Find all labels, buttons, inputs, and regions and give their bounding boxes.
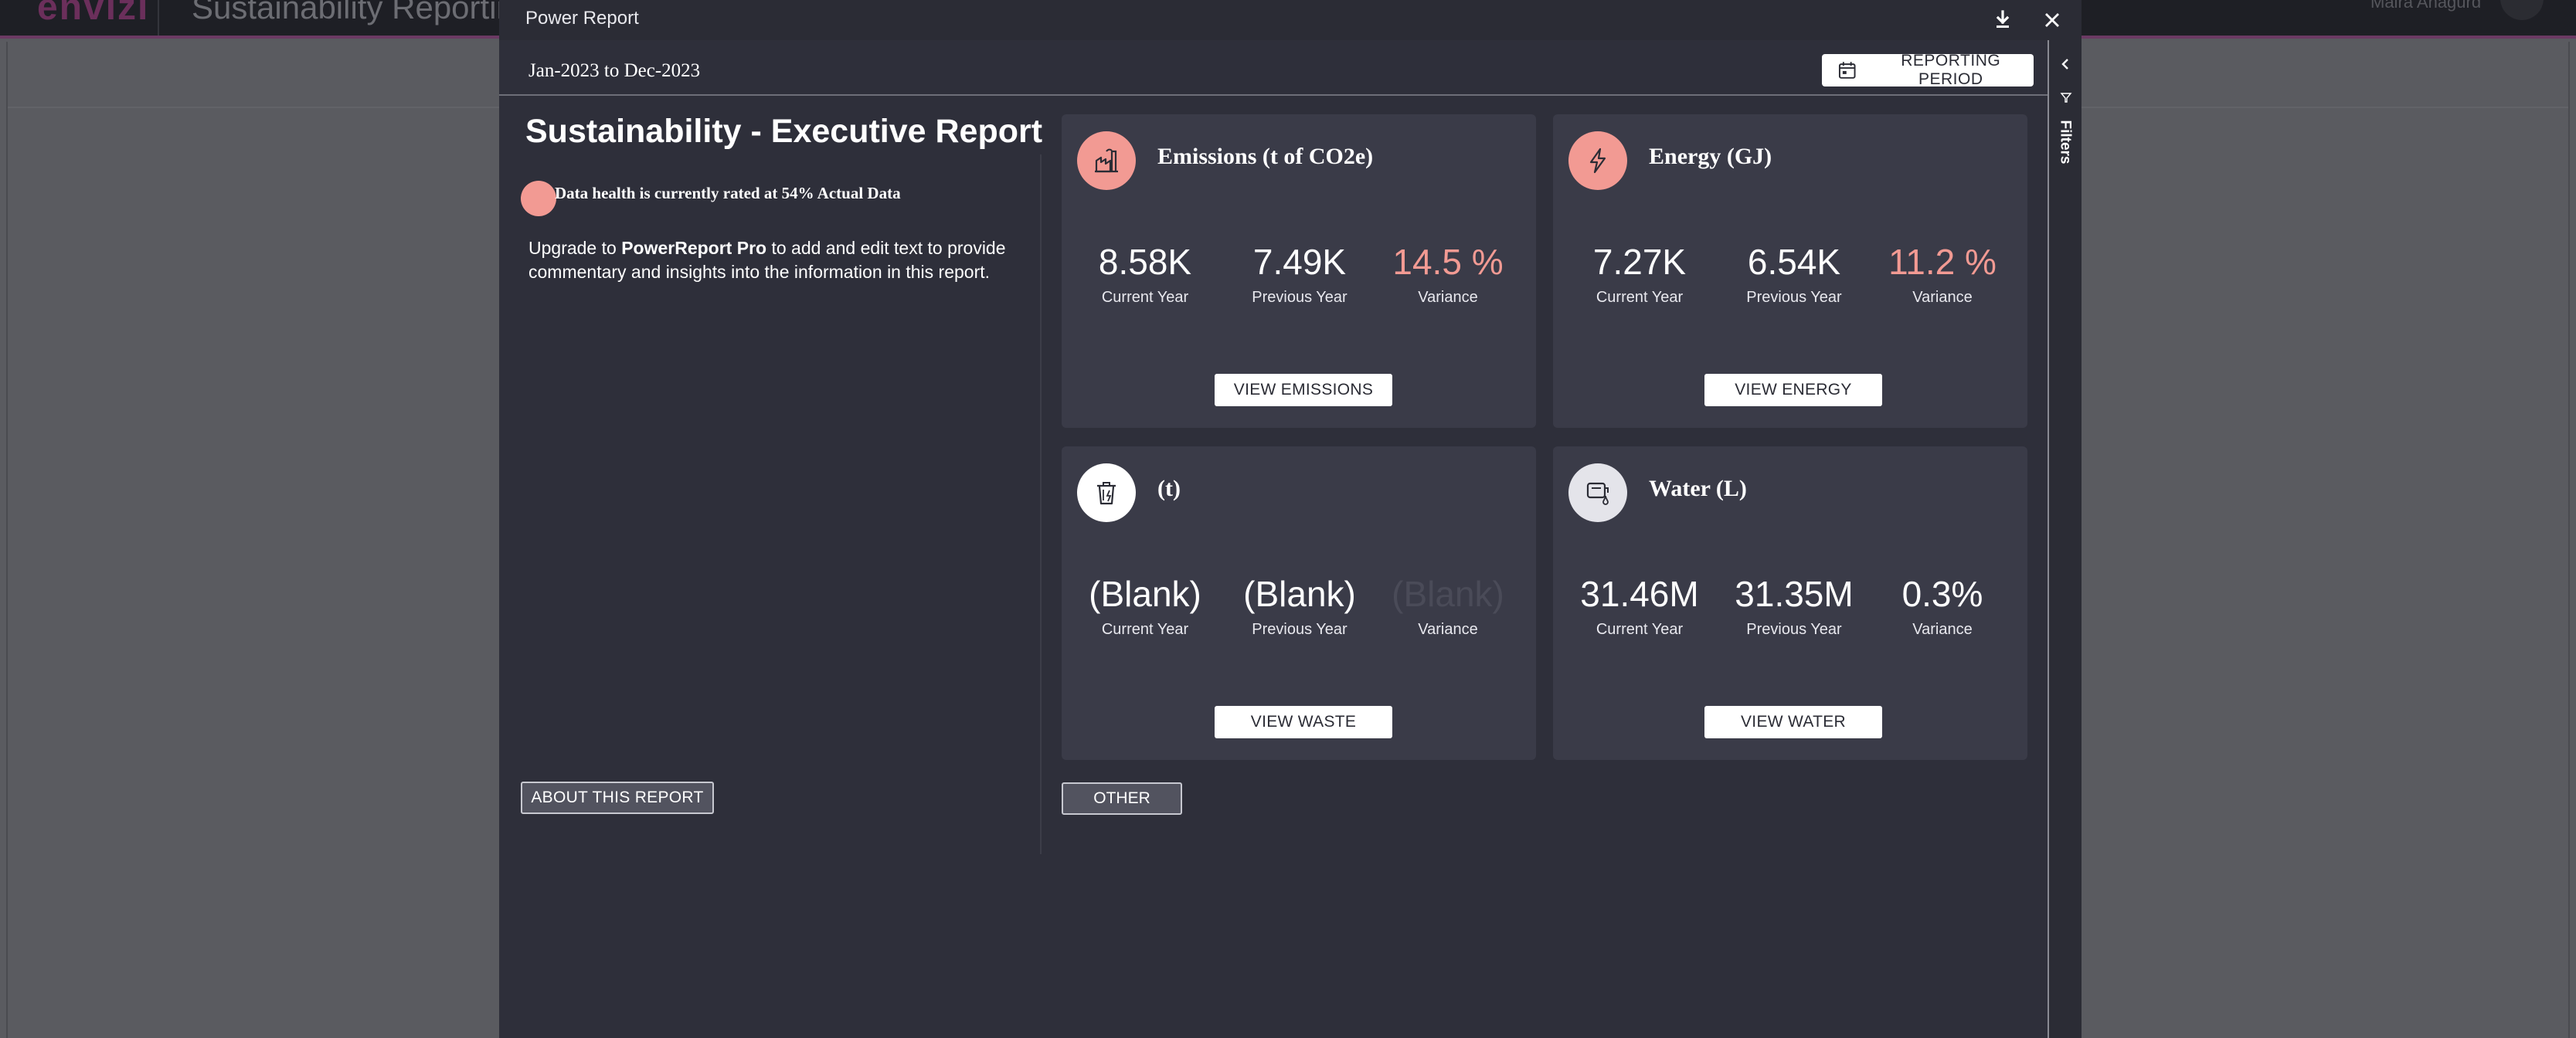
- variance-value: 0.3%: [1901, 574, 1983, 614]
- modal-title: Power Report: [525, 8, 639, 29]
- download-icon[interactable]: [1990, 8, 2015, 32]
- data-health-indicator: [521, 181, 556, 216]
- funnel-icon: [2060, 93, 2072, 103]
- power-report-modal: Power Report Jan-2023 to Dec-2023 REPORT…: [499, 0, 2082, 1038]
- report-canvas: Jan-2023 to Dec-2023 REPORTING PERIOD Su…: [499, 40, 2048, 1038]
- metric-label: Current Year: [1596, 621, 1684, 638]
- metric-value: (Blank): [1243, 574, 1356, 614]
- emissions-current: 8.58K Current Year: [1068, 241, 1222, 307]
- waste-card: (t) (Blank) Current Year (Blank) Previou…: [1062, 446, 1536, 760]
- water-variance: 0.3% Variance: [1865, 573, 2020, 639]
- emissions-title: Emissions (t of CO2e): [1157, 144, 1374, 169]
- emissions-card: Emissions (t of CO2e) 8.58K Current Year…: [1062, 114, 1536, 428]
- metric-label: Previous Year: [1252, 621, 1347, 638]
- view-energy-button[interactable]: VIEW ENERGY: [1704, 374, 1882, 406]
- upgrade-prefix: Upgrade to: [528, 238, 622, 258]
- waste-previous: (Blank) Previous Year: [1222, 573, 1377, 639]
- metric-value: 6.54K: [1747, 242, 1841, 282]
- metric-label: Variance: [1912, 621, 1973, 638]
- reporting-period-label: REPORTING PERIOD: [1901, 52, 2001, 88]
- period-bar: Jan-2023 to Dec-2023 REPORTING PERIOD: [499, 40, 2048, 96]
- energy-variance: 11.2 % Variance: [1865, 241, 2020, 307]
- metric-label: Current Year: [1101, 621, 1189, 638]
- filters-label[interactable]: Filters: [2057, 120, 2074, 164]
- view-emissions-button[interactable]: VIEW EMISSIONS: [1215, 374, 1392, 406]
- metric-value: 31.46M: [1580, 574, 1699, 614]
- emissions-previous: 7.49K Previous Year: [1222, 241, 1377, 307]
- metric-label: Previous Year: [1746, 621, 1842, 638]
- view-water-button[interactable]: VIEW WATER: [1704, 706, 1882, 738]
- background-user-name: Malra Anagurd: [2370, 0, 2482, 12]
- filters-pane[interactable]: Filters: [2048, 40, 2082, 1038]
- metric-value: (Blank): [1089, 574, 1201, 614]
- energy-card: Energy (GJ) 7.27K Current Year 6.54K Pre…: [1553, 114, 2027, 428]
- avatar: [2500, 0, 2544, 20]
- metric-value: 31.35M: [1735, 574, 1854, 614]
- variance-value: (Blank): [1392, 574, 1504, 614]
- column-divider: [1040, 154, 1042, 854]
- water-current: 31.46M Current Year: [1562, 573, 1717, 639]
- close-icon[interactable]: [2040, 8, 2065, 32]
- waste-variance: (Blank) Variance: [1371, 573, 1525, 639]
- water-previous: 31.35M Previous Year: [1717, 573, 1871, 639]
- modal-titlebar: Power Report: [499, 0, 2082, 40]
- energy-previous: 6.54K Previous Year: [1717, 241, 1871, 307]
- water-meter-icon: [1568, 463, 1627, 522]
- about-report-button[interactable]: ABOUT THIS REPORT: [521, 782, 714, 814]
- metric-label: Previous Year: [1252, 289, 1347, 306]
- page-title: Sustainability - Executive Report: [525, 113, 1043, 150]
- upgrade-product: PowerReport Pro: [621, 238, 767, 258]
- metric-label: Current Year: [1596, 289, 1684, 306]
- reporting-period-button[interactable]: REPORTING PERIOD: [1822, 52, 2034, 88]
- background-logo: envizi: [37, 0, 150, 28]
- upgrade-text: Upgrade to PowerReport Pro to add and ed…: [528, 236, 1038, 284]
- metric-label: Variance: [1418, 289, 1478, 306]
- data-health-text: Data health is currently rated at 54% Ac…: [555, 184, 901, 202]
- view-waste-button[interactable]: VIEW WASTE: [1215, 706, 1392, 738]
- header-divider: [158, 0, 159, 36]
- trash-bin-icon: [1077, 463, 1136, 522]
- waste-title: (t): [1157, 476, 1181, 501]
- variance-value: 14.5 %: [1392, 242, 1504, 282]
- metric-label: Variance: [1418, 621, 1478, 638]
- metric-label: Previous Year: [1746, 289, 1842, 306]
- lightning-icon: [1568, 131, 1627, 190]
- water-title: Water (L): [1649, 476, 1747, 501]
- chevron-left-icon[interactable]: [2057, 56, 2074, 73]
- energy-current: 7.27K Current Year: [1562, 241, 1717, 307]
- variance-value: 11.2 %: [1888, 242, 1997, 282]
- calendar-icon: [1838, 62, 1856, 79]
- water-card: Water (L) 31.46M Current Year 31.35M Pre…: [1553, 446, 2027, 760]
- metric-value: 7.27K: [1592, 242, 1687, 282]
- metric-label: Variance: [1912, 289, 1973, 306]
- period-range: Jan-2023 to Dec-2023: [528, 60, 701, 81]
- metric-value: 7.49K: [1252, 242, 1347, 282]
- energy-title: Energy (GJ): [1649, 144, 1772, 169]
- metric-label: Current Year: [1101, 289, 1189, 306]
- emissions-variance: 14.5 % Variance: [1371, 241, 1525, 307]
- waste-current: (Blank) Current Year: [1068, 573, 1222, 639]
- metric-value: 8.58K: [1098, 242, 1192, 282]
- other-button[interactable]: OTHER: [1062, 782, 1182, 815]
- factory-icon: [1077, 131, 1136, 190]
- filters-label-wrap: Filters: [2052, 111, 2078, 173]
